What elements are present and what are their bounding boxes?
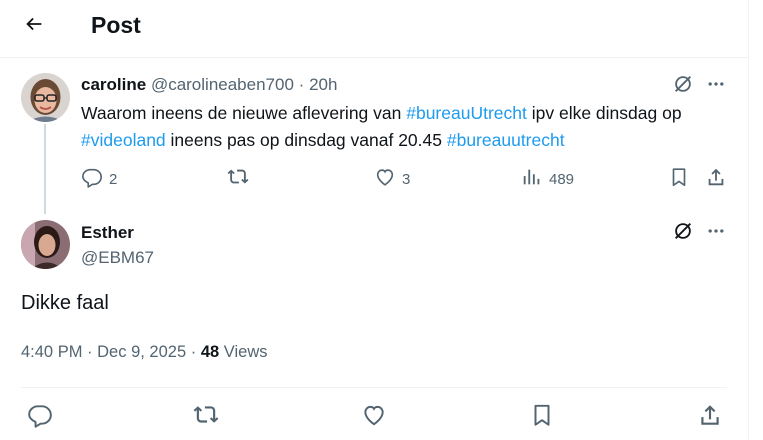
views-action[interactable]: 489 <box>521 167 574 191</box>
post-time[interactable]: 4:40 PM <box>21 343 82 361</box>
grok-button[interactable] <box>671 74 695 98</box>
page-title: Post <box>91 12 141 38</box>
reply-action[interactable]: 2 <box>81 167 117 191</box>
parent-post-meta: caroline @carolineaben700 · 20h <box>81 73 337 97</box>
post-detail-column: Post caroline @carolineaben700 · 20h Waa… <box>0 0 748 440</box>
avatar-caroline[interactable] <box>21 73 70 122</box>
reply-icon <box>81 166 103 192</box>
grok-button[interactable] <box>671 221 695 245</box>
more-dots-icon <box>706 221 726 246</box>
arrow-left-icon <box>23 13 45 40</box>
author-name[interactable]: Esther <box>81 221 134 245</box>
hashtag-link[interactable]: #bureauutrecht <box>447 130 565 150</box>
share-icon <box>705 166 727 193</box>
more-button[interactable] <box>704 221 728 245</box>
avatar-esther[interactable] <box>21 220 70 269</box>
like-button[interactable] <box>360 403 388 431</box>
action-bar-divider <box>21 387 727 388</box>
grok-icon <box>672 220 694 247</box>
like-count: 3 <box>402 170 411 188</box>
repost-icon <box>192 402 220 433</box>
share-button[interactable] <box>704 167 728 191</box>
reply-button[interactable] <box>26 403 54 431</box>
thread-connector-line <box>44 124 46 214</box>
views-icon <box>521 166 543 192</box>
like-icon <box>374 166 396 192</box>
share-icon <box>697 402 723 433</box>
meta-separator: · <box>190 343 197 361</box>
back-button[interactable] <box>18 10 50 42</box>
text-segment: ipv elke dinsdag op <box>526 103 682 123</box>
grok-icon <box>672 73 694 100</box>
post-date[interactable]: Dec 9, 2025 <box>97 343 186 361</box>
repost-icon <box>226 166 250 192</box>
more-button[interactable] <box>704 74 728 98</box>
hashtag-link[interactable]: #videoland <box>81 130 166 150</box>
repost-button[interactable] <box>192 403 220 431</box>
header-divider <box>0 57 748 58</box>
post-age[interactable]: 20h <box>309 75 337 94</box>
views-label: Views <box>223 343 268 361</box>
views-count: 489 <box>549 170 575 188</box>
text-segment: Waarom ineens de nieuwe aflevering van <box>81 103 407 123</box>
bookmark-icon <box>668 166 690 193</box>
share-button[interactable] <box>696 403 724 431</box>
repost-action[interactable] <box>226 167 250 191</box>
hashtag-link[interactable]: #bureauUtrecht <box>406 103 527 123</box>
bookmark-button[interactable] <box>667 167 691 191</box>
bookmark-button[interactable] <box>528 403 556 431</box>
parent-post-text: Waarom ineens de nieuwe aflevering van #… <box>81 100 731 154</box>
author-handle[interactable]: @EBM67 <box>81 246 154 270</box>
like-icon <box>361 402 387 433</box>
author-handle[interactable]: @carolineaben700 <box>151 75 294 94</box>
more-dots-icon <box>706 74 726 99</box>
author-name[interactable]: caroline <box>81 75 146 94</box>
meta-separator: · <box>298 75 305 94</box>
reply-icon <box>27 402 53 433</box>
reply-count: 2 <box>109 170 118 188</box>
text-segment: ineens pas op dinsdag vanaf 20.45 <box>165 130 447 150</box>
main-post-text: Dikke faal <box>21 292 109 314</box>
like-action[interactable]: 3 <box>374 167 410 191</box>
views-count: 48 <box>200 343 220 361</box>
bookmark-icon <box>529 402 555 433</box>
meta-separator: · <box>87 343 93 361</box>
post-timestamp-row: 4:40 PM · Dec 9, 2025 · 48 Views <box>21 340 267 364</box>
column-border <box>748 0 749 440</box>
